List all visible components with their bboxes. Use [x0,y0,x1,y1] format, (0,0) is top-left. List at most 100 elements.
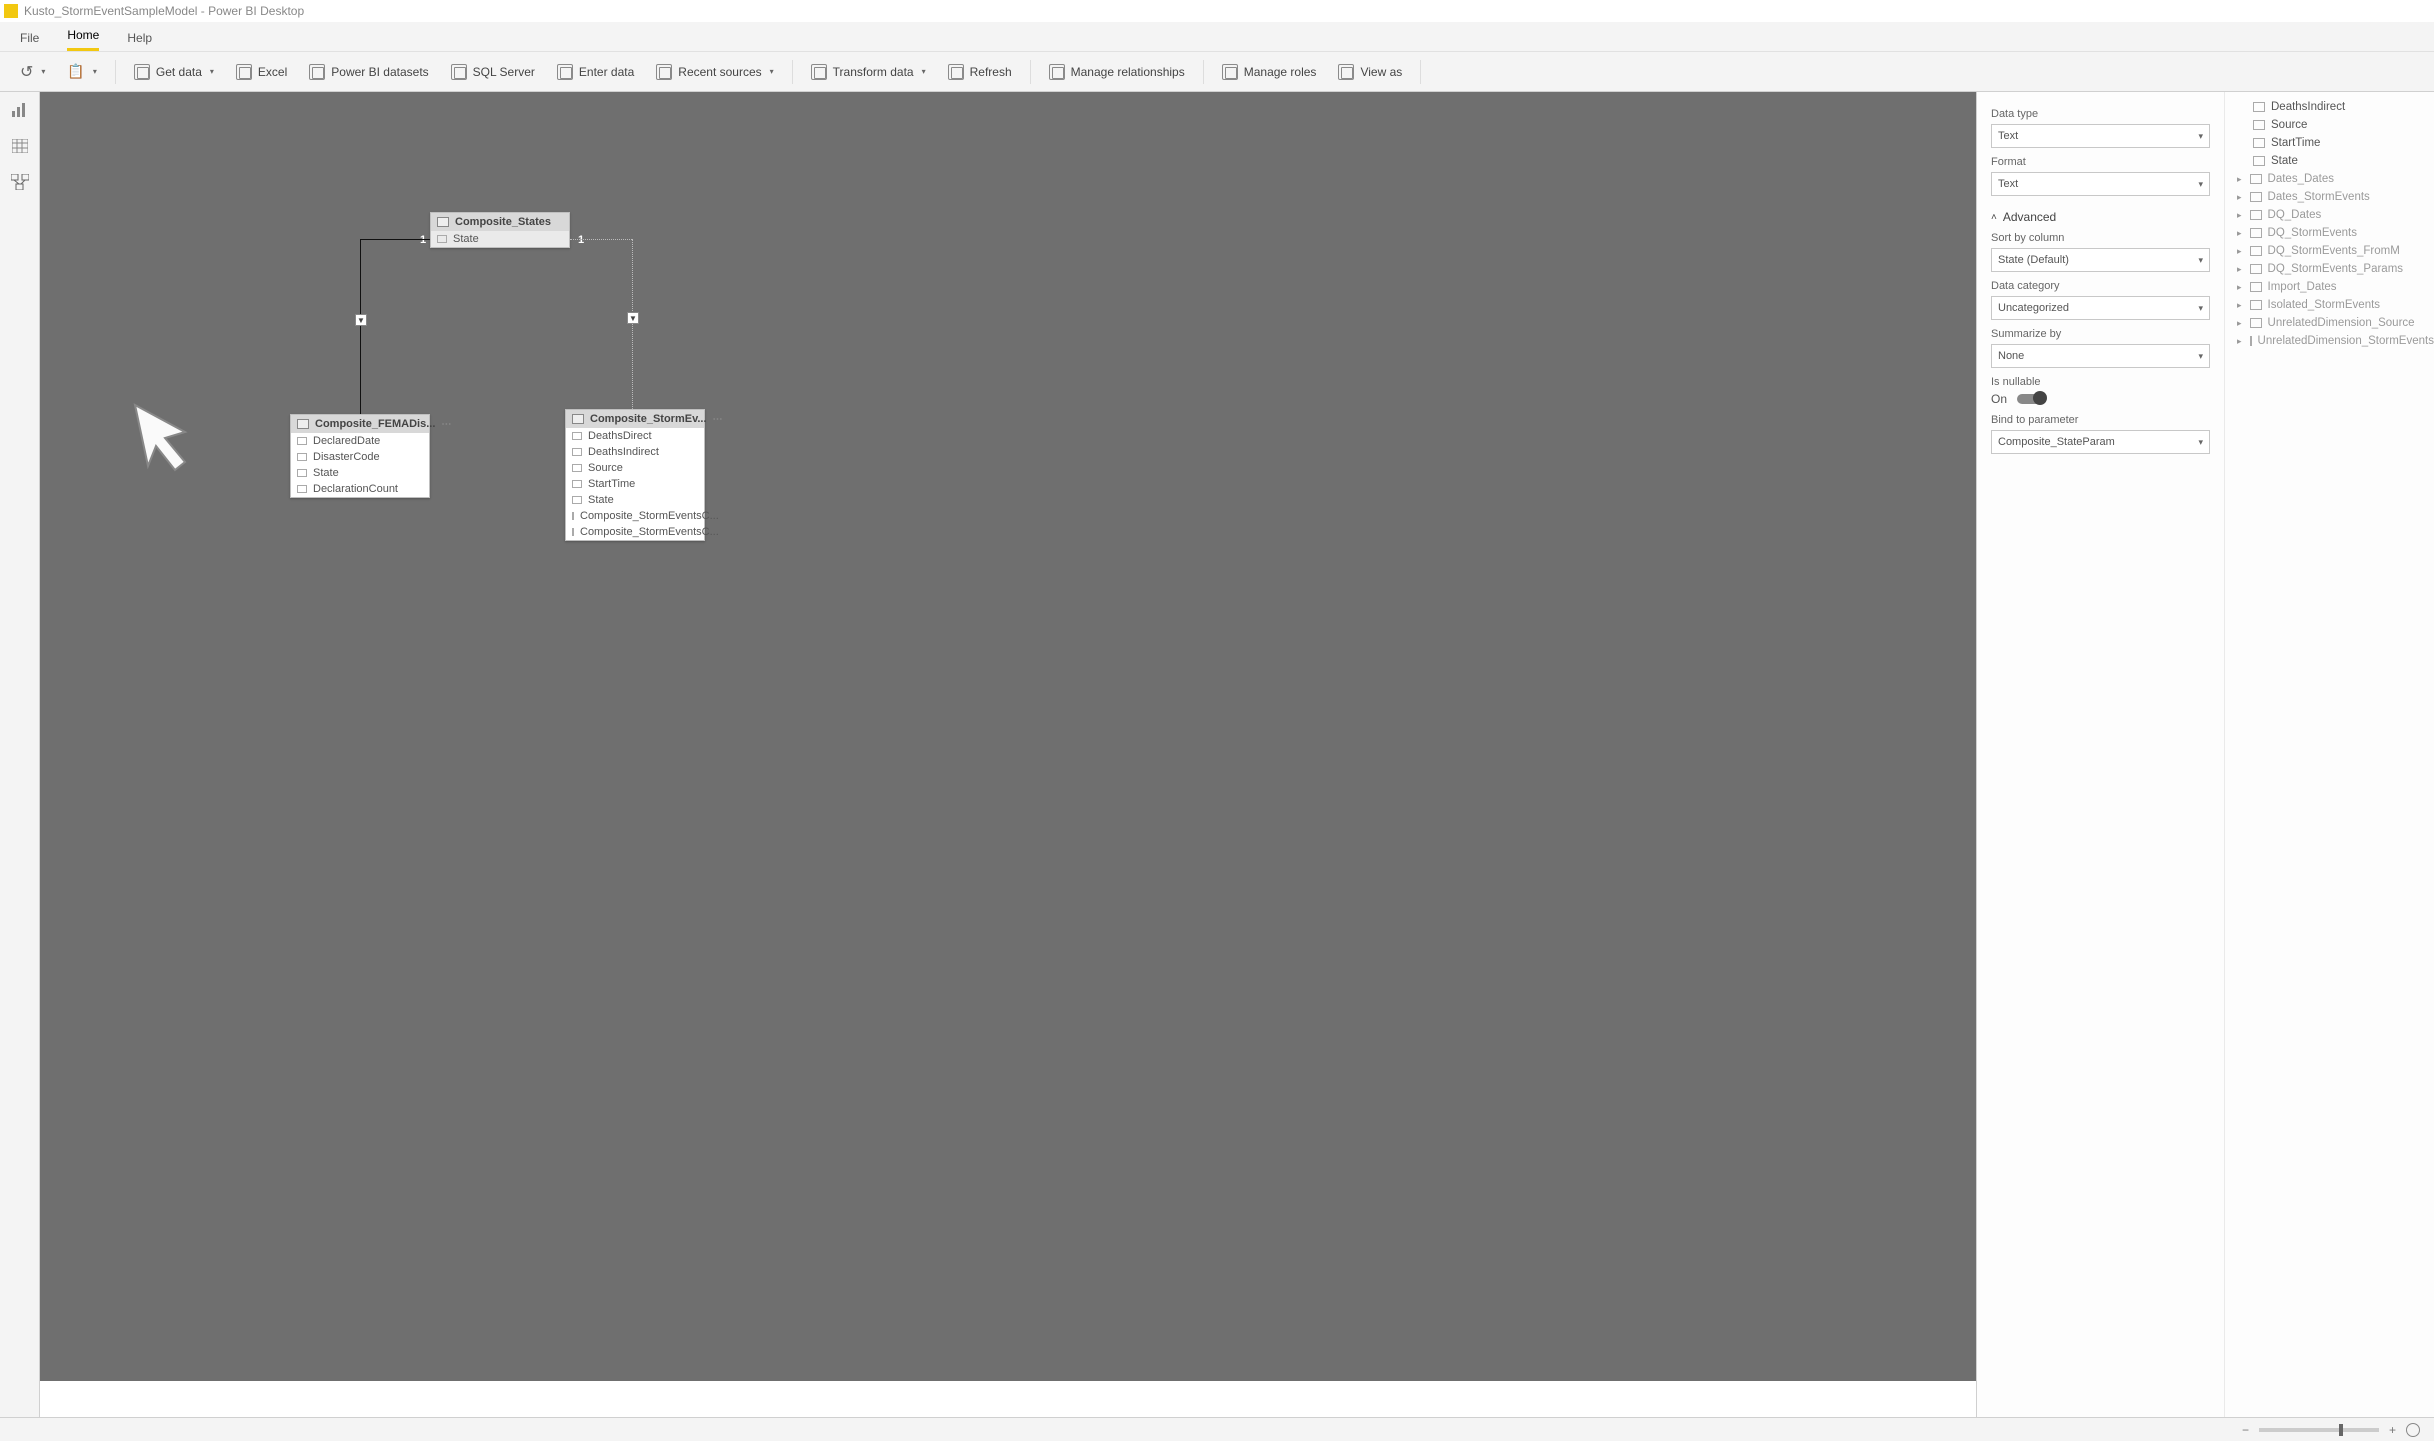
entity-composite-storm[interactable]: Composite_StormEv... ⋯ DeathsDirect Deat… [565,409,705,541]
zoom-out-button[interactable]: − [2242,1423,2249,1437]
pbi-datasets-button[interactable]: Power BI datasets [299,60,438,84]
sql-server-label: SQL Server [473,65,535,79]
is-nullable-value: On [1991,392,2007,406]
entity-composite-fema[interactable]: Composite_FEMADis... ⋯ DeclaredDate Disa… [290,414,430,498]
column-deaths-indirect[interactable]: DeathsIndirect [566,444,704,460]
column-label: Composite_StormEventsC... [580,526,719,538]
table-dq-dates[interactable]: ▸DQ_Dates [2233,206,2426,224]
roles-icon [1222,64,1238,80]
column-declared-date[interactable]: DeclaredDate [291,433,429,449]
paste-button[interactable]: 📋▾ [57,59,106,84]
column-label: State [453,233,479,245]
chevron-down-icon: ▾ [922,67,926,76]
column-deaths-direct[interactable]: DeathsDirect [566,428,704,444]
is-nullable-toggle[interactable]: On [1991,392,2210,406]
manage-roles-button[interactable]: Manage roles [1212,60,1327,84]
table-icon [2250,210,2262,220]
column-icon [572,528,574,536]
column-composite-storm-events-c2[interactable]: Composite_StormEventsC... [566,524,704,540]
transform-data-button[interactable]: Transform data ▾ [801,60,936,84]
table-dates-dates[interactable]: ▸Dates_Dates [2233,170,2426,188]
manage-relationships-button[interactable]: Manage relationships [1039,60,1195,84]
column-disaster-code[interactable]: DisasterCode [291,449,429,465]
field-start-time[interactable]: StartTime [2233,134,2426,152]
recent-sources-icon [656,64,672,80]
column-declaration-count[interactable]: DeclarationCount [291,481,429,497]
left-view-rail [0,92,40,1417]
expand-icon: ▸ [2237,282,2242,293]
table-dates-storm-events[interactable]: ▸Dates_StormEvents [2233,188,2426,206]
column-composite-storm-events-c1[interactable]: Composite_StormEventsC... [566,508,704,524]
format-select[interactable]: Text [1991,172,2210,196]
zoom-slider[interactable] [2259,1428,2379,1432]
relationship-line-inactive[interactable] [632,239,633,409]
column-label: DeclarationCount [313,483,398,495]
relationship-line-inactive[interactable] [570,239,632,240]
table-import-dates[interactable]: ▸Import_Dates [2233,278,2426,296]
sort-by-select[interactable]: State (Default) [1991,248,2210,272]
report-view-button[interactable] [10,102,30,118]
recent-sources-button[interactable]: Recent sources▾ [646,60,783,84]
transform-data-label: Transform data [833,65,914,79]
chevron-down-icon: ▾ [210,67,214,76]
table-dq-storm-events-fromm[interactable]: ▸DQ_StormEvents_FromM [2233,242,2426,260]
zoom-in-button[interactable]: + [2389,1423,2396,1437]
entity-header[interactable]: Composite_FEMADis... ⋯ [291,415,429,433]
separator [1420,60,1421,84]
separator [1203,60,1204,84]
table-unrelated-dimension-source[interactable]: ▸UnrelatedDimension_Source [2233,314,2426,332]
relationship-line[interactable] [360,239,430,240]
get-data-button[interactable]: Get data▾ [124,60,224,84]
entity-menu-icon[interactable]: ⋯ [713,414,724,425]
enter-data-button[interactable]: Enter data [547,60,644,84]
data-type-select[interactable]: Text [1991,124,2210,148]
view-as-label: View as [1360,65,1402,79]
entity-composite-states[interactable]: Composite_States State [430,212,570,248]
undo-button[interactable]: ↺▾ [10,58,55,86]
excel-button[interactable]: Excel [226,60,297,84]
table-isolated-storm-events[interactable]: ▸Isolated_StormEvents [2233,296,2426,314]
tab-home[interactable]: Home [67,22,99,51]
entity-menu-icon[interactable]: ⋯ [441,419,452,430]
column-icon [572,448,582,456]
sql-server-button[interactable]: SQL Server [441,60,545,84]
bind-to-parameter-select[interactable]: Composite_StateParam [1991,430,2210,454]
field-source[interactable]: Source [2233,116,2426,134]
entity-header[interactable]: Composite_States [431,213,569,231]
field-label: Dates_StormEvents [2268,191,2370,203]
column-state[interactable]: State [566,492,704,508]
field-deaths-indirect[interactable]: DeathsIndirect [2233,98,2426,116]
entity-title: Composite_States [455,216,551,228]
field-state[interactable]: State [2233,152,2426,170]
chevron-down-icon: ▾ [93,67,97,76]
column-label: DeathsIndirect [588,446,659,458]
tab-file[interactable]: File [20,25,39,51]
get-data-icon [134,64,150,80]
column-icon [297,453,307,461]
column-source[interactable]: Source [566,460,704,476]
model-view-icon [11,174,29,190]
manage-relationships-label: Manage relationships [1071,65,1185,79]
table-dq-storm-events[interactable]: ▸DQ_StormEvents [2233,224,2426,242]
fit-to-page-button[interactable] [2406,1423,2420,1437]
data-category-select[interactable]: Uncategorized [1991,296,2210,320]
model-canvas[interactable]: Composite_States State 1 1 ▼ ▼ Composite… [40,92,1976,1417]
table-icon [2250,264,2262,274]
column-state[interactable]: State [291,465,429,481]
advanced-section-toggle[interactable]: ˄ Advanced [1991,210,2210,224]
relationship-line[interactable] [360,239,361,414]
app-logo-icon [4,4,18,18]
table-dq-storm-events-params[interactable]: ▸DQ_StormEvents_Params [2233,260,2426,278]
refresh-button[interactable]: Refresh [938,60,1022,84]
clipboard-icon: 📋 [67,63,84,80]
summarize-select[interactable]: None [1991,344,2210,368]
column-start-time[interactable]: StartTime [566,476,704,492]
cardinality-right: 1 [578,234,584,246]
table-unrelated-dimension-storm-events[interactable]: ▸UnrelatedDimension_StormEvents [2233,332,2426,350]
data-view-button[interactable] [10,138,30,154]
column-state[interactable]: State [431,231,569,247]
tab-help[interactable]: Help [127,25,152,51]
model-view-button[interactable] [10,174,30,190]
view-as-button[interactable]: View as [1328,60,1412,84]
entity-header[interactable]: Composite_StormEv... ⋯ [566,410,704,428]
